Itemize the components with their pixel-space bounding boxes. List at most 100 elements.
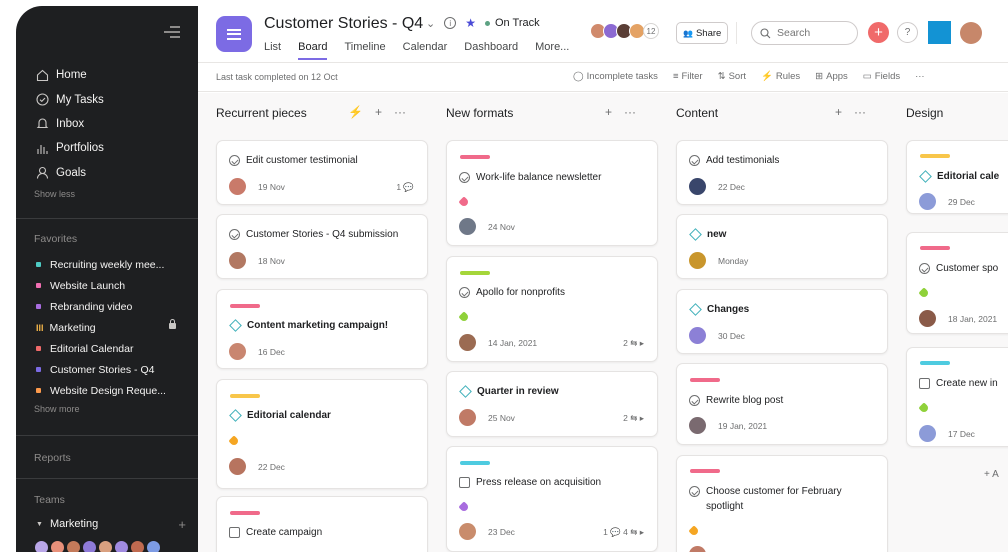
- sort-button[interactable]: ⇅ Sort: [718, 71, 746, 82]
- more-icon[interactable]: ···: [394, 105, 406, 119]
- sidebar-item-my-tasks[interactable]: My Tasks: [16, 87, 198, 111]
- add-task-icon[interactable]: +: [835, 105, 842, 119]
- avatar[interactable]: [459, 218, 476, 235]
- check-circle-icon[interactable]: [459, 287, 470, 298]
- share-button[interactable]: 👥 Share: [676, 22, 729, 44]
- tab-list[interactable]: List: [264, 41, 281, 60]
- check-circle-icon[interactable]: [459, 172, 470, 183]
- search-input[interactable]: [777, 27, 847, 39]
- tab-dashboard[interactable]: Dashboard: [464, 41, 518, 60]
- avatar[interactable]: [689, 417, 706, 434]
- project-members[interactable]: 12: [590, 23, 659, 39]
- column-header[interactable]: Design: [888, 93, 1008, 133]
- tab-timeline[interactable]: Timeline: [344, 41, 385, 60]
- column-header[interactable]: New formats + ···: [428, 93, 646, 133]
- avatar[interactable]: [459, 409, 476, 426]
- sidebar-item-inbox[interactable]: Inbox: [16, 112, 198, 136]
- quick-add-button[interactable]: +: [868, 22, 889, 43]
- check-circle-icon[interactable]: [689, 486, 700, 497]
- task-card[interactable]: Editorial cale 29 Dec: [906, 140, 1008, 214]
- milestone-icon[interactable]: [459, 385, 472, 398]
- check-circle-icon[interactable]: [229, 229, 240, 240]
- avatar[interactable]: [229, 252, 246, 269]
- add-task-icon[interactable]: +: [375, 105, 382, 119]
- task-card[interactable]: Press release on acquisition 23 Dec 1 💬 …: [446, 446, 658, 552]
- check-circle-icon[interactable]: [689, 395, 700, 406]
- task-card[interactable]: Work-life balance newsletter 24 Nov: [446, 140, 658, 246]
- avatar[interactable]: [229, 343, 246, 360]
- avatar[interactable]: [459, 334, 476, 351]
- milestone-icon[interactable]: [689, 228, 702, 241]
- task-card[interactable]: new Monday: [676, 214, 888, 279]
- favorite-item[interactable]: Editorial Calendar: [16, 338, 198, 359]
- avatar[interactable]: [689, 546, 706, 552]
- favorite-item[interactable]: Website Launch: [16, 275, 198, 296]
- milestone-icon[interactable]: [229, 409, 242, 422]
- task-card[interactable]: Rewrite blog post 19 Jan, 2021: [676, 363, 888, 445]
- column-header[interactable]: Content + ···: [658, 93, 876, 133]
- task-card[interactable]: Quarter in review 25 Nov 2 ⇆ ▸: [446, 371, 658, 437]
- avatar[interactable]: [229, 458, 246, 475]
- avatar[interactable]: [229, 178, 246, 195]
- check-circle-icon[interactable]: [689, 155, 700, 166]
- rules-button[interactable]: ⚡ Rules: [761, 71, 800, 82]
- avatar[interactable]: [66, 540, 81, 552]
- milestone-icon[interactable]: [919, 170, 932, 183]
- tab-more[interactable]: More...: [535, 41, 569, 60]
- task-card[interactable]: Editorial calendar 22 Dec: [216, 379, 428, 489]
- chevron-down-icon[interactable]: ⌄: [426, 17, 435, 30]
- filter-button[interactable]: ≡ Filter: [673, 71, 703, 82]
- milestone-icon[interactable]: [689, 303, 702, 316]
- incomplete-tasks-filter[interactable]: ◯ Incomplete tasks: [573, 71, 658, 82]
- task-card[interactable]: Add testimonials 22 Dec: [676, 140, 888, 205]
- avatar[interactable]: [130, 540, 145, 552]
- task-card[interactable]: Customer Stories - Q4 submission 18 Nov: [216, 214, 428, 279]
- task-card[interactable]: Create campaign: [216, 496, 428, 552]
- favorite-item[interactable]: Rebranding video: [16, 296, 198, 317]
- help-button[interactable]: ?: [897, 22, 918, 43]
- show-less-link[interactable]: Show less: [16, 189, 198, 199]
- show-more-link[interactable]: Show more: [16, 404, 198, 414]
- avatar[interactable]: [34, 540, 49, 552]
- avatar[interactable]: [459, 523, 476, 540]
- more-icon[interactable]: ···: [854, 105, 866, 119]
- task-card[interactable]: Choose customer for February spotlight: [676, 455, 888, 552]
- search-box[interactable]: [751, 21, 858, 45]
- lightning-icon[interactable]: ⚡: [348, 105, 363, 119]
- tab-calendar[interactable]: Calendar: [403, 41, 448, 60]
- task-card[interactable]: Create new in 17 Dec: [906, 347, 1008, 447]
- workspace-logo[interactable]: [928, 21, 951, 44]
- task-card[interactable]: Customer spo 18 Jan, 2021: [906, 232, 1008, 334]
- tab-board[interactable]: Board: [298, 41, 328, 60]
- favorite-item[interactable]: Website Design Reque...: [16, 380, 198, 401]
- milestone-icon[interactable]: [229, 319, 242, 332]
- task-card[interactable]: Edit customer testimonial 19 Nov 1 💬: [216, 140, 428, 205]
- column-header[interactable]: Recurrent pieces ⚡ + ···: [198, 93, 416, 133]
- info-icon[interactable]: i: [444, 17, 457, 29]
- check-circle-icon[interactable]: [919, 263, 930, 274]
- user-avatar[interactable]: [960, 22, 982, 44]
- add-task-button[interactable]: + A: [984, 469, 999, 480]
- reports-link[interactable]: Reports: [34, 452, 71, 464]
- fields-button[interactable]: ▭ Fields: [863, 71, 900, 82]
- avatar[interactable]: [146, 540, 161, 552]
- collapse-sidebar-icon[interactable]: [164, 26, 180, 38]
- apps-button[interactable]: ⊞ Apps: [815, 71, 848, 82]
- star-icon[interactable]: ★: [465, 16, 476, 30]
- task-card[interactable]: Apollo for nonprofits 14 Jan, 2021 2 ⇆ ▸: [446, 256, 658, 362]
- sidebar-item-portfolios[interactable]: Portfolios: [16, 136, 198, 160]
- status-badge[interactable]: On Track: [484, 17, 540, 29]
- avatar[interactable]: [689, 252, 706, 269]
- avatar[interactable]: [919, 193, 936, 210]
- more-icon[interactable]: ···: [624, 105, 636, 119]
- avatar[interactable]: [919, 425, 936, 442]
- task-card[interactable]: Content marketing campaign! 16 Dec: [216, 289, 428, 369]
- page-title[interactable]: Customer Stories - Q4: [264, 15, 423, 33]
- avatar[interactable]: [919, 310, 936, 327]
- team-marketing[interactable]: ▼ Marketing +: [36, 517, 186, 532]
- more-options-button[interactable]: ···: [915, 71, 925, 82]
- avatar[interactable]: [50, 540, 65, 552]
- favorite-item[interactable]: Ill Marketing: [16, 317, 198, 338]
- avatar[interactable]: [689, 327, 706, 344]
- add-team-project-icon[interactable]: +: [178, 517, 186, 532]
